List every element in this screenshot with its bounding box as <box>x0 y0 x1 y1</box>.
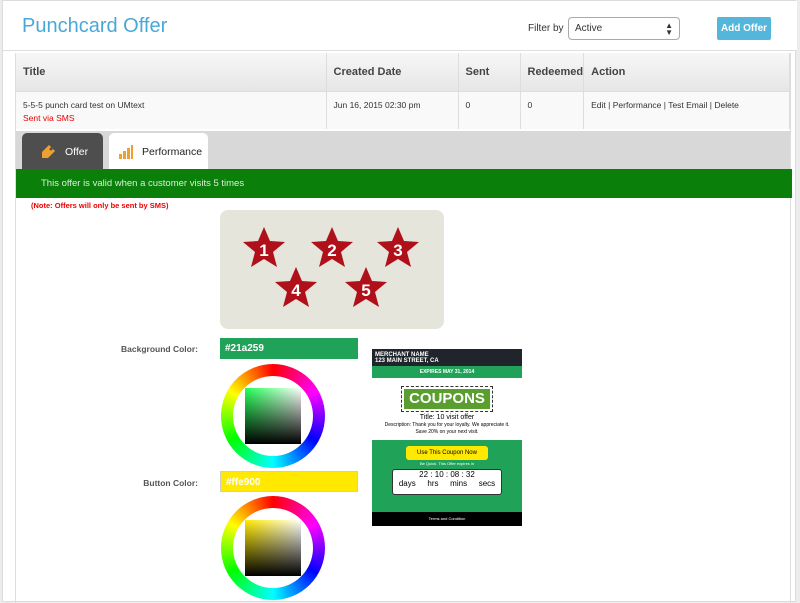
content-area: Title Created Date Sent Redeemed Action … <box>15 53 792 603</box>
coupon-title: Title: 10 visit offer <box>419 414 475 421</box>
select-arrows-icon: ▲ ▼ <box>665 21 673 37</box>
use-coupon-button[interactable]: Use This Coupon Now <box>406 446 488 460</box>
countdown-timer: 22 : 10 : 08 : 32 days hrs mins secs <box>392 469 502 495</box>
main-panel: Punchcard Offer Filter by Active ▲ ▼ Add O… <box>2 0 797 603</box>
punchcard-preview: 1 2 3 4 5 <box>220 210 444 329</box>
unit-label: hrs <box>427 479 439 488</box>
coupon-preview: MERCHANT NAME 123 MAIN STREET, CA EXPIRES… <box>372 349 522 539</box>
tab-performance[interactable]: Performance <box>109 133 208 171</box>
punch-star: 3 <box>376 226 420 268</box>
unit-label: secs <box>478 479 496 488</box>
column-header: Action <box>583 53 790 92</box>
tab-offer[interactable]: Offer <box>22 133 103 171</box>
sent-via-label: Sent via SMS <box>23 112 75 123</box>
countdown-days: 22 <box>419 470 429 479</box>
delete-link[interactable]: Delete <box>714 100 739 110</box>
filter-label: Filter by <box>528 23 564 34</box>
svg-text:2: 2 <box>327 241 336 260</box>
add-offer-button[interactable]: Add Offer <box>717 17 771 40</box>
svg-text:4: 4 <box>291 281 301 300</box>
svg-text:5: 5 <box>361 281 370 300</box>
punch-star: 1 <box>242 226 286 268</box>
punch-star: 5 <box>344 266 388 308</box>
test-email-link[interactable]: Test Email <box>668 100 707 110</box>
performance-link[interactable]: Performance <box>613 100 662 110</box>
redeemed-count: 0 <box>520 91 585 129</box>
punch-star: 2 <box>310 226 354 268</box>
expiry-hurry-text: Be Quick. This Offer expires in <box>419 461 475 466</box>
svg-text:1: 1 <box>259 241 268 260</box>
unit-label: days <box>398 479 416 488</box>
button-color-wheel[interactable] <box>221 496 325 600</box>
unit-label: mins <box>450 479 468 488</box>
column-header: Sent <box>458 53 521 92</box>
edit-link[interactable]: Edit <box>591 100 606 110</box>
filter-select[interactable]: Active ▲ ▼ <box>568 17 680 40</box>
countdown-hours: 10 <box>434 470 444 479</box>
page-header: Punchcard Offer Filter by Active ▲ ▼ Add O… <box>3 1 797 51</box>
merchant-address: 123 MAIN STREET, CA <box>375 358 439 364</box>
offer-title: 5-5-5 punch card test on UMtext <box>23 99 145 110</box>
button-color-label: Button Color: <box>143 478 198 488</box>
countdown-mins: 08 <box>450 470 460 479</box>
offers-table: Title Created Date Sent Redeemed Action … <box>16 53 790 129</box>
background-color-input[interactable]: #21a259 <box>220 338 358 359</box>
tab-offer-label: Offer <box>65 146 89 158</box>
terms-link[interactable]: Terms and Condition <box>372 512 522 526</box>
tab-performance-label: Performance <box>142 146 203 158</box>
filter-value: Active <box>575 23 603 34</box>
background-color-label: Background Color: <box>121 344 198 354</box>
valid-offer-banner: This offer is valid when a customer visi… <box>16 169 792 198</box>
sms-note: (Note: Offers will only be sent by SMS) <box>31 201 169 210</box>
sent-count: 0 <box>458 91 521 129</box>
table-row: 5-5-5 punch card test on UMtext Sent via … <box>16 91 790 129</box>
column-header: Created Date <box>326 53 459 92</box>
column-header: Title <box>16 53 327 92</box>
coupons-banner: COUPONS <box>404 389 490 409</box>
page-title: Punchcard Offer <box>22 15 168 37</box>
bar-chart-icon <box>119 145 133 159</box>
coupon-description: Description: Thank you for your loyalty.… <box>384 422 510 435</box>
created-date: Jun 16, 2015 02:30 pm <box>326 91 459 129</box>
expires-label: EXPIRES MAY 31, 2014 <box>372 366 522 378</box>
tab-bar: Offer Performance <box>16 131 790 171</box>
column-header: Redeemed <box>520 53 585 92</box>
countdown-secs: 32 <box>465 470 475 479</box>
svg-text:3: 3 <box>393 241 402 260</box>
punch-star: 4 <box>274 266 318 308</box>
table-header-row: Title Created Date Sent Redeemed Action <box>16 53 790 92</box>
tag-icon <box>42 145 55 158</box>
background-color-wheel[interactable] <box>221 364 325 468</box>
button-color-input[interactable]: #ffe900 <box>220 471 358 492</box>
actions-cell: Edit | Performance | Test Email | Delete <box>583 91 790 129</box>
